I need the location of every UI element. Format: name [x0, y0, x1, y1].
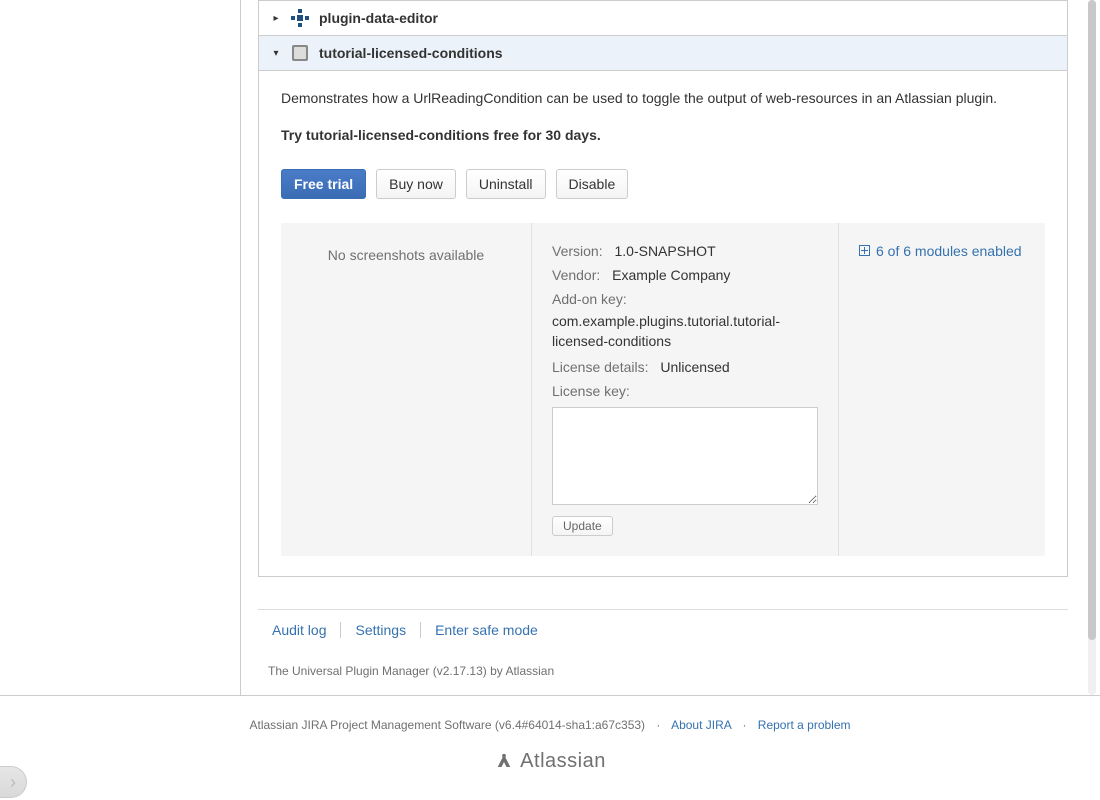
license-key-label: License key: [552, 383, 818, 399]
atlassian-logo-icon [494, 752, 514, 772]
expand-panel-tab[interactable]: › [0, 766, 27, 798]
plugin-try-line: Try tutorial-licensed-conditions free fo… [281, 127, 1045, 143]
plugin-icon [291, 9, 309, 27]
buy-now-button[interactable]: Buy now [376, 169, 456, 199]
divider [258, 609, 1068, 610]
expand-icon [859, 245, 870, 256]
license-details-label: License details: [552, 359, 649, 375]
disable-button[interactable]: Disable [556, 169, 629, 199]
vendor-value: Example Company [612, 267, 730, 283]
enter-safe-mode-link[interactable]: Enter safe mode [435, 622, 538, 638]
atlassian-logo-text: Atlassian [520, 750, 606, 773]
chevron-down-icon: ▾ [269, 48, 283, 59]
separator [340, 622, 341, 638]
plugin-expanded-body: Demonstrates how a UrlReadingCondition c… [258, 71, 1068, 577]
footer-product-info: Atlassian JIRA Project Management Softwa… [249, 718, 645, 732]
no-screenshots-text: No screenshots available [328, 247, 484, 263]
free-trial-button[interactable]: Free trial [281, 169, 366, 199]
plugin-name: tutorial-licensed-conditions [319, 45, 503, 61]
plugin-description: Demonstrates how a UrlReadingCondition c… [281, 89, 1045, 109]
plugin-row-expanded-header[interactable]: ▾ tutorial-licensed-conditions [258, 36, 1068, 71]
main-content: ▸ plugin-data-editor ▾ tu [258, 0, 1068, 678]
addon-key-label: Add-on key: [552, 291, 818, 307]
vertical-scrollbar[interactable] [1088, 0, 1096, 695]
vendor-label: Vendor: [552, 267, 600, 283]
screenshots-column: No screenshots available [281, 223, 532, 557]
plugin-row-collapsed[interactable]: ▸ plugin-data-editor [258, 0, 1068, 36]
uninstall-button[interactable]: Uninstall [466, 169, 546, 199]
separator-dot: · [742, 718, 746, 732]
report-problem-link[interactable]: Report a problem [758, 718, 851, 732]
version-value: 1.0-SNAPSHOT [614, 243, 715, 259]
settings-link[interactable]: Settings [355, 622, 406, 638]
license-details-value: Unlicensed [660, 359, 729, 375]
addon-key-value: com.example.plugins.tutorial.tutorial-li… [552, 311, 818, 352]
plugin-name: plugin-data-editor [319, 10, 438, 26]
license-key-input[interactable] [552, 407, 818, 505]
update-license-button[interactable]: Update [552, 516, 613, 536]
scrollbar-thumb[interactable] [1088, 0, 1096, 640]
plugin-action-buttons: Free trial Buy now Uninstall Disable [281, 169, 1045, 199]
atlassian-logo[interactable]: Atlassian [494, 750, 606, 773]
chevron-right-icon: ▸ [269, 13, 283, 24]
metadata-column: Version: 1.0-SNAPSHOT Vendor: Example Co… [532, 223, 839, 557]
left-sidebar [0, 0, 241, 695]
plugin-detail-box: No screenshots available Version: 1.0-SN… [281, 223, 1045, 557]
version-label: Version: [552, 243, 603, 259]
modules-column: 6 of 6 modules enabled [839, 223, 1069, 557]
audit-log-link[interactable]: Audit log [272, 622, 326, 638]
separator [420, 622, 421, 638]
separator-dot: · [656, 718, 660, 732]
modules-enabled-link[interactable]: 6 of 6 modules enabled [859, 243, 1022, 259]
plugin-icon [291, 44, 309, 62]
about-jira-link[interactable]: About JIRA [671, 718, 731, 732]
chevron-right-icon: › [10, 772, 16, 793]
modules-text: 6 of 6 modules enabled [876, 243, 1022, 259]
page-footer: Atlassian JIRA Project Management Softwa… [0, 695, 1100, 775]
upm-version-note: The Universal Plugin Manager (v2.17.13) … [258, 664, 1068, 678]
bottom-links: Audit log Settings Enter safe mode [258, 622, 1068, 638]
